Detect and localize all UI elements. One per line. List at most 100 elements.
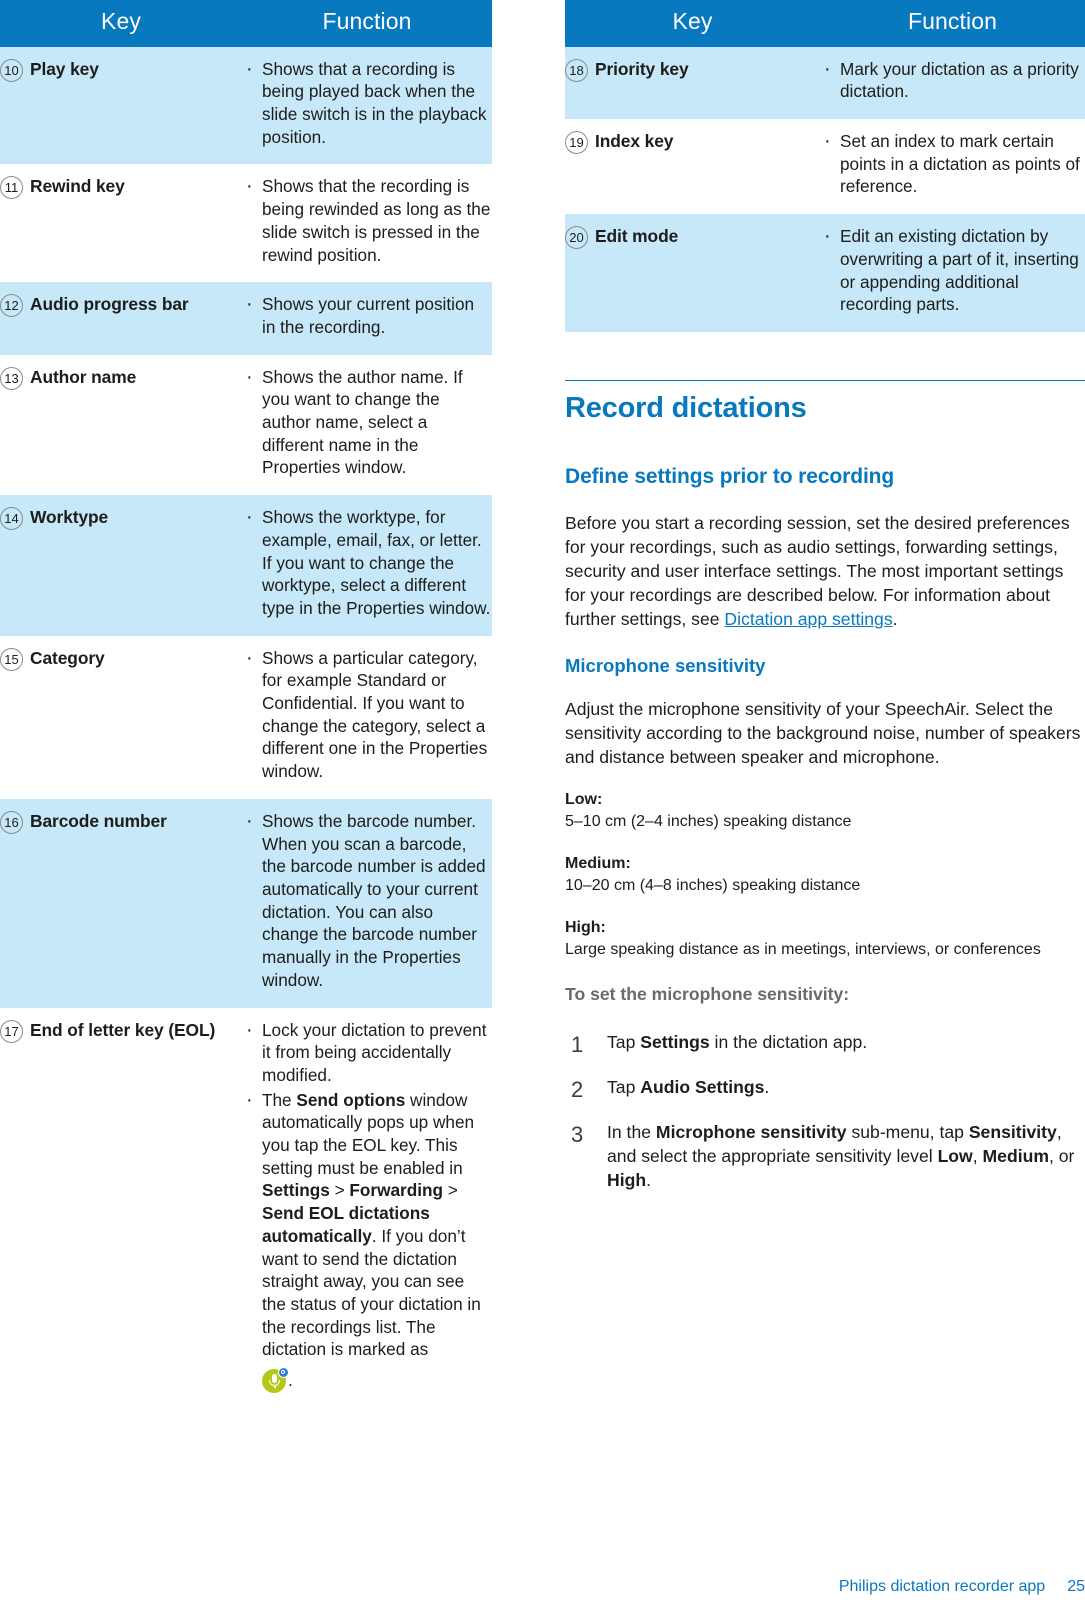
key-label: Edit mode bbox=[595, 226, 679, 247]
step-number: 3 bbox=[571, 1122, 584, 1148]
callout-number-badge: 10 bbox=[0, 58, 23, 82]
sensitivity-level-desc: 5–10 cm (2–4 inches) speaking distance bbox=[565, 813, 852, 831]
key-label: Worktype bbox=[30, 507, 109, 528]
key-label: Index key bbox=[595, 131, 674, 151]
callout-number-badge: 19 bbox=[565, 131, 588, 154]
left-column: Key Function 10 Play key Shows that a reco… bbox=[0, 0, 492, 1410]
function-cell: Lock your dictation to prevent it from b… bbox=[242, 1007, 492, 1410]
callout-number-badge: 11 bbox=[0, 176, 23, 200]
key-label: Audio progress bar bbox=[30, 294, 189, 315]
table-row: 15 Category Shows a particular category, f… bbox=[0, 635, 492, 799]
function-cell: Shows a particular category, for example… bbox=[242, 635, 492, 799]
callout-number-badge: 12 bbox=[0, 294, 23, 318]
key-cell: 14 Worktype bbox=[0, 495, 242, 636]
chapter-divider bbox=[565, 379, 1085, 381]
key-label: Play key bbox=[30, 58, 99, 79]
table-row: 10 Play key Shows that a recording is bein… bbox=[0, 46, 492, 165]
key-cell: 12 Audio progress bar bbox=[0, 282, 242, 355]
instructions-heading: To set the microphone sensitivity: bbox=[565, 984, 850, 1005]
sensitivity-intro-paragraph: Adjust the microphone sensitivity of you… bbox=[565, 698, 1081, 767]
callout-number-badge: 15 bbox=[0, 647, 23, 671]
column-header-function: Function bbox=[242, 0, 492, 47]
key-cell: 13 Author name bbox=[0, 354, 242, 496]
function-bullet-item: Shows a particular category, for example… bbox=[242, 645, 492, 783]
function-bullet-list: Shows that a recording is being played b… bbox=[242, 56, 492, 149]
instruction-steps-list: 1 Tap Settings in the dictation app. 2 Tap … bbox=[565, 1031, 1085, 1193]
function-bullet-list: Mark your dictation as a priority dictat… bbox=[820, 56, 1085, 103]
intro-text-after-link: . bbox=[892, 608, 898, 629]
instruction-step: 2 Tap Audio Settings. bbox=[565, 1076, 1085, 1102]
document-page: Key Function 10 Play key Shows that a reco… bbox=[0, 0, 1085, 1610]
function-cell: Shows the author name. If you want to ch… bbox=[242, 354, 492, 496]
function-bullet-item: Set an index to mark certain points in a… bbox=[820, 128, 1085, 198]
sensitivity-level-label: High: bbox=[565, 919, 606, 937]
callout-number-badge: 14 bbox=[0, 507, 23, 531]
table-row: 12 Audio progress bar Shows your current p… bbox=[0, 282, 492, 355]
table-row: 19 Index key Set an index to mark certain … bbox=[565, 119, 1085, 215]
column-header-function: Function bbox=[820, 0, 1085, 47]
table-header-row: Key Function bbox=[0, 0, 492, 47]
function-cell: Shows that a recording is being played b… bbox=[242, 46, 492, 165]
function-cell: Edit an existing dictation by overwritin… bbox=[820, 214, 1085, 332]
key-cell: 17 End of letter key (EOL) bbox=[0, 1007, 242, 1410]
column-header-key: Key bbox=[0, 0, 242, 47]
footer-page-number: 25 bbox=[1067, 1578, 1085, 1595]
function-cell: Shows that the recording is being rewind… bbox=[242, 164, 492, 283]
sensitivity-level-desc: 10–20 cm (4–8 inches) speaking distance bbox=[565, 877, 861, 895]
function-bullet-list: Lock your dictation to prevent it from b… bbox=[242, 1016, 492, 1394]
dictation-app-settings-link[interactable]: Dictation app settings bbox=[724, 609, 892, 629]
page-footer: Philips dictation recorder app 25 bbox=[0, 1578, 1085, 1596]
function-cell: Mark your dictation as a priority dictat… bbox=[820, 46, 1085, 119]
function-bullet-item: Shows that the recording is being rewind… bbox=[242, 173, 492, 266]
function-cell: Shows the barcode number. When you scan … bbox=[242, 798, 492, 1008]
key-cell: 11 Rewind key bbox=[0, 164, 242, 283]
column-header-key: Key bbox=[565, 0, 820, 47]
section-title: Define settings prior to recording bbox=[565, 464, 895, 488]
key-label: Priority key bbox=[595, 58, 689, 79]
sensitivity-level-label: Medium: bbox=[565, 855, 631, 873]
function-bullet-item: Lock your dictation to prevent it from b… bbox=[242, 1016, 492, 1087]
key-cell: 15 Category bbox=[0, 635, 242, 799]
right-column: Key Function 18 Priority key Mark your dic… bbox=[565, 0, 1085, 1214]
step-number: 1 bbox=[571, 1032, 584, 1058]
instruction-step: 1 Tap Settings in the dictation app. bbox=[565, 1031, 1085, 1057]
table-row: 11 Rewind key Shows that the recording is … bbox=[0, 164, 492, 283]
key-label: Author name bbox=[30, 366, 137, 387]
callout-number-badge: 16 bbox=[0, 810, 23, 834]
subsection-title-microphone-sensitivity: Microphone sensitivity bbox=[565, 654, 766, 676]
intro-paragraph: Before you start a recording session, se… bbox=[565, 512, 1085, 632]
callout-number-badge: 20 bbox=[565, 226, 588, 250]
function-bullet-item: Edit an existing dictation by overwritin… bbox=[820, 223, 1085, 316]
table-body-left: 10 Play key Shows that a recording is bein… bbox=[0, 46, 492, 1410]
function-bullet-list: Shows the worktype, for example, email, … bbox=[242, 504, 492, 620]
sensitivity-levels-list: Low: 5–10 cm (2–4 inches) speaking dista… bbox=[565, 791, 1085, 959]
function-bullet-list: Shows that the recording is being rewind… bbox=[242, 173, 492, 266]
key-cell: 10 Play key bbox=[0, 46, 242, 165]
table-header-row: Key Function bbox=[565, 0, 1085, 47]
function-bullet-list: Shows the author name. If you want to ch… bbox=[242, 364, 492, 480]
table-row: 16 Barcode number Shows the barcode number… bbox=[0, 798, 492, 1008]
function-bullet-item: Mark your dictation as a priority dictat… bbox=[820, 56, 1085, 103]
table-row: 14 Worktype Shows the worktype, for exampl… bbox=[0, 495, 492, 636]
function-cell: Set an index to mark certain points in a… bbox=[820, 119, 1085, 215]
chapter-title: Record dictations bbox=[565, 391, 807, 424]
key-label: Rewind key bbox=[30, 176, 125, 197]
table-row: 17 End of letter key (EOL) Lock your dicta… bbox=[0, 1007, 492, 1410]
key-cell: 18 Priority key bbox=[565, 46, 820, 119]
key-cell: 19 Index key bbox=[565, 119, 820, 215]
key-cell: 20 Edit mode bbox=[565, 214, 820, 332]
key-label: End of letter key (EOL) bbox=[30, 1019, 216, 1040]
callout-number-badge: 13 bbox=[0, 366, 23, 390]
callout-number-badge: 17 bbox=[0, 1019, 23, 1043]
key-label: Barcode number bbox=[30, 810, 167, 831]
eol-sent-status-icon bbox=[262, 1367, 289, 1394]
function-bullet-item: Shows the barcode number. When you scan … bbox=[242, 808, 492, 992]
instruction-step: 3 In the Microphone sensitivity sub-menu,… bbox=[571, 1122, 1075, 1191]
function-bullet-item: Shows that a recording is being played b… bbox=[242, 56, 492, 149]
key-function-table-right: Key Function 18 Priority key Mark your dic… bbox=[565, 0, 1085, 332]
function-bullet-item: The Send options window automatically po… bbox=[242, 1087, 492, 1394]
sensitivity-level-label: Low: bbox=[565, 791, 603, 809]
function-bullet-list: Set an index to mark certain points in a… bbox=[820, 128, 1085, 198]
table-body-right: 18 Priority key Mark your dictation as a p… bbox=[565, 46, 1085, 332]
key-function-table-left: Key Function 10 Play key Shows that a reco… bbox=[0, 0, 492, 1410]
